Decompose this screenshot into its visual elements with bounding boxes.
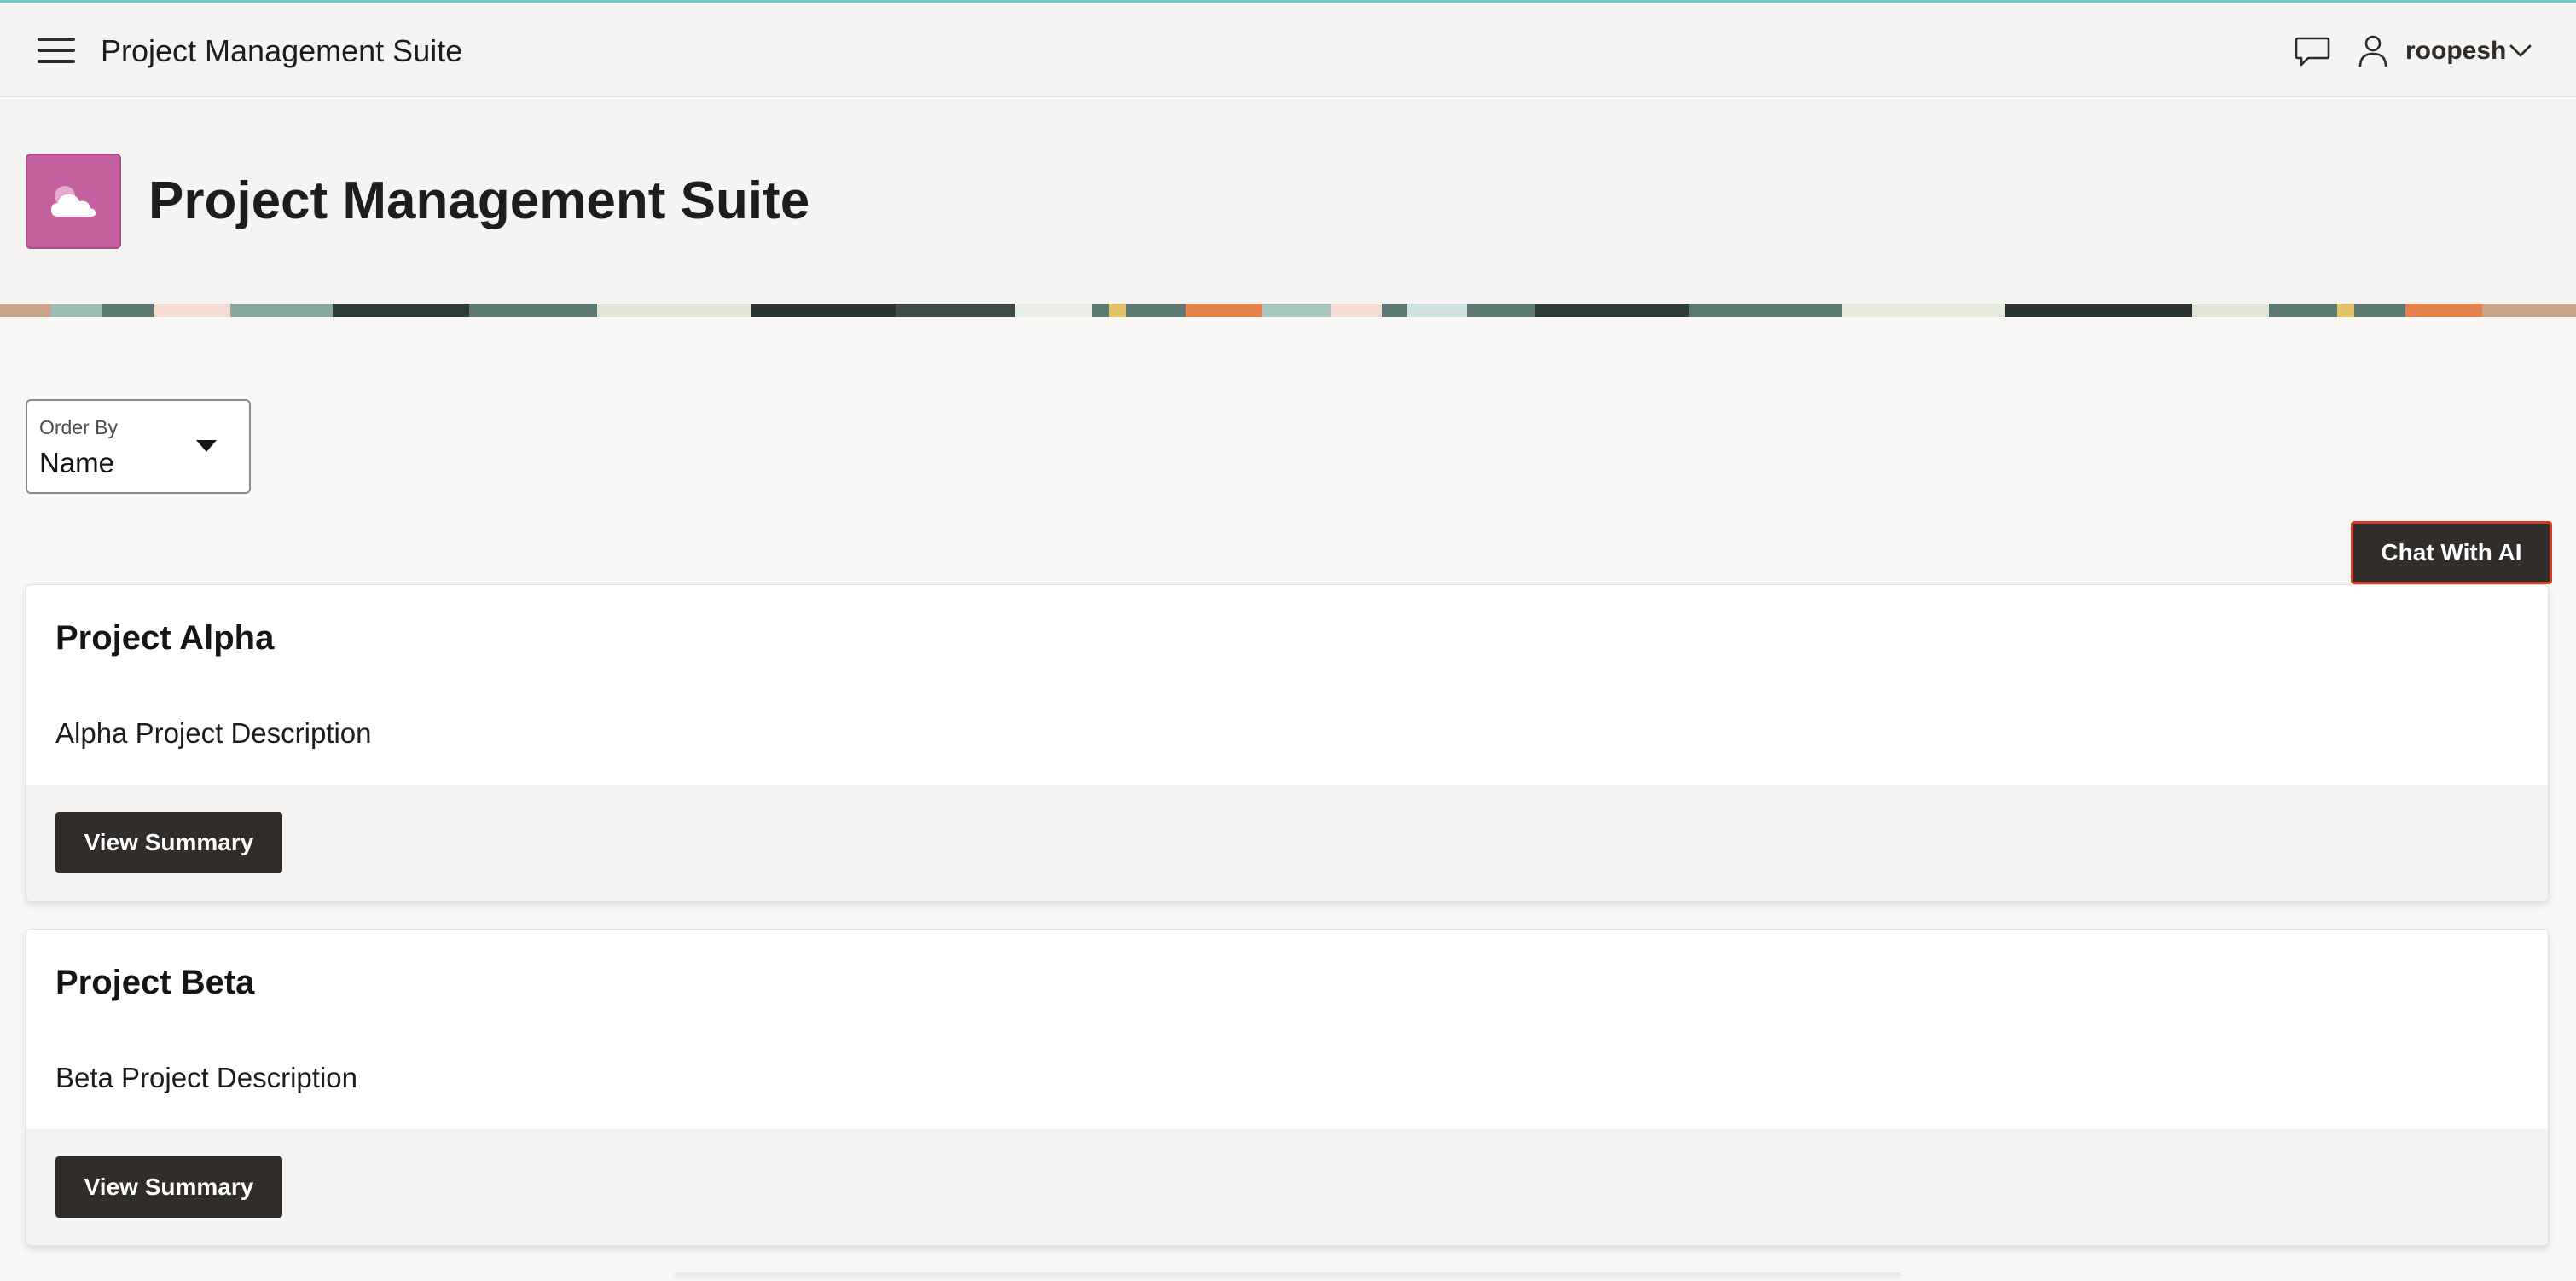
chevron-down-icon[interactable] (2509, 44, 2532, 58)
hamburger-menu-icon[interactable] (38, 38, 75, 63)
hero-region: Project Management Suite (0, 99, 2576, 304)
view-summary-button[interactable]: View Summary (55, 812, 282, 873)
project-description: Beta Project Description (55, 1062, 357, 1093)
card-footer: View Summary (26, 785, 2548, 901)
project-title: Project Beta (55, 964, 255, 1001)
caret-down-icon (196, 440, 217, 452)
order-by-select[interactable]: Order By Name (26, 399, 251, 494)
user-icon[interactable] (2358, 34, 2388, 68)
card-footer: View Summary (26, 1129, 2548, 1245)
chat-with-ai-button[interactable]: Chat With AI (2351, 521, 2552, 584)
project-card: Project Alpha Alpha Project Description … (26, 584, 2549, 901)
app-header: Project Management Suite roopesh (0, 3, 2576, 97)
app-title: Project Management Suite (101, 33, 463, 68)
next-card-edge (674, 1272, 1902, 1281)
decorative-banner (0, 304, 2576, 317)
user-menu-name[interactable]: roopesh (2405, 36, 2506, 67)
order-by-label: Order By (39, 416, 119, 438)
page-title: Project Management Suite (148, 171, 810, 230)
project-title: Project Alpha (55, 619, 275, 657)
view-summary-button[interactable]: View Summary (55, 1156, 282, 1218)
order-by-value: Name (39, 447, 115, 478)
project-description: Alpha Project Description (55, 717, 372, 749)
app-icon-tile (26, 154, 121, 249)
project-card: Project Beta Beta Project Description Vi… (26, 929, 2549, 1246)
chat-bubble-icon[interactable] (2295, 36, 2330, 68)
cloud-icon (51, 186, 96, 217)
